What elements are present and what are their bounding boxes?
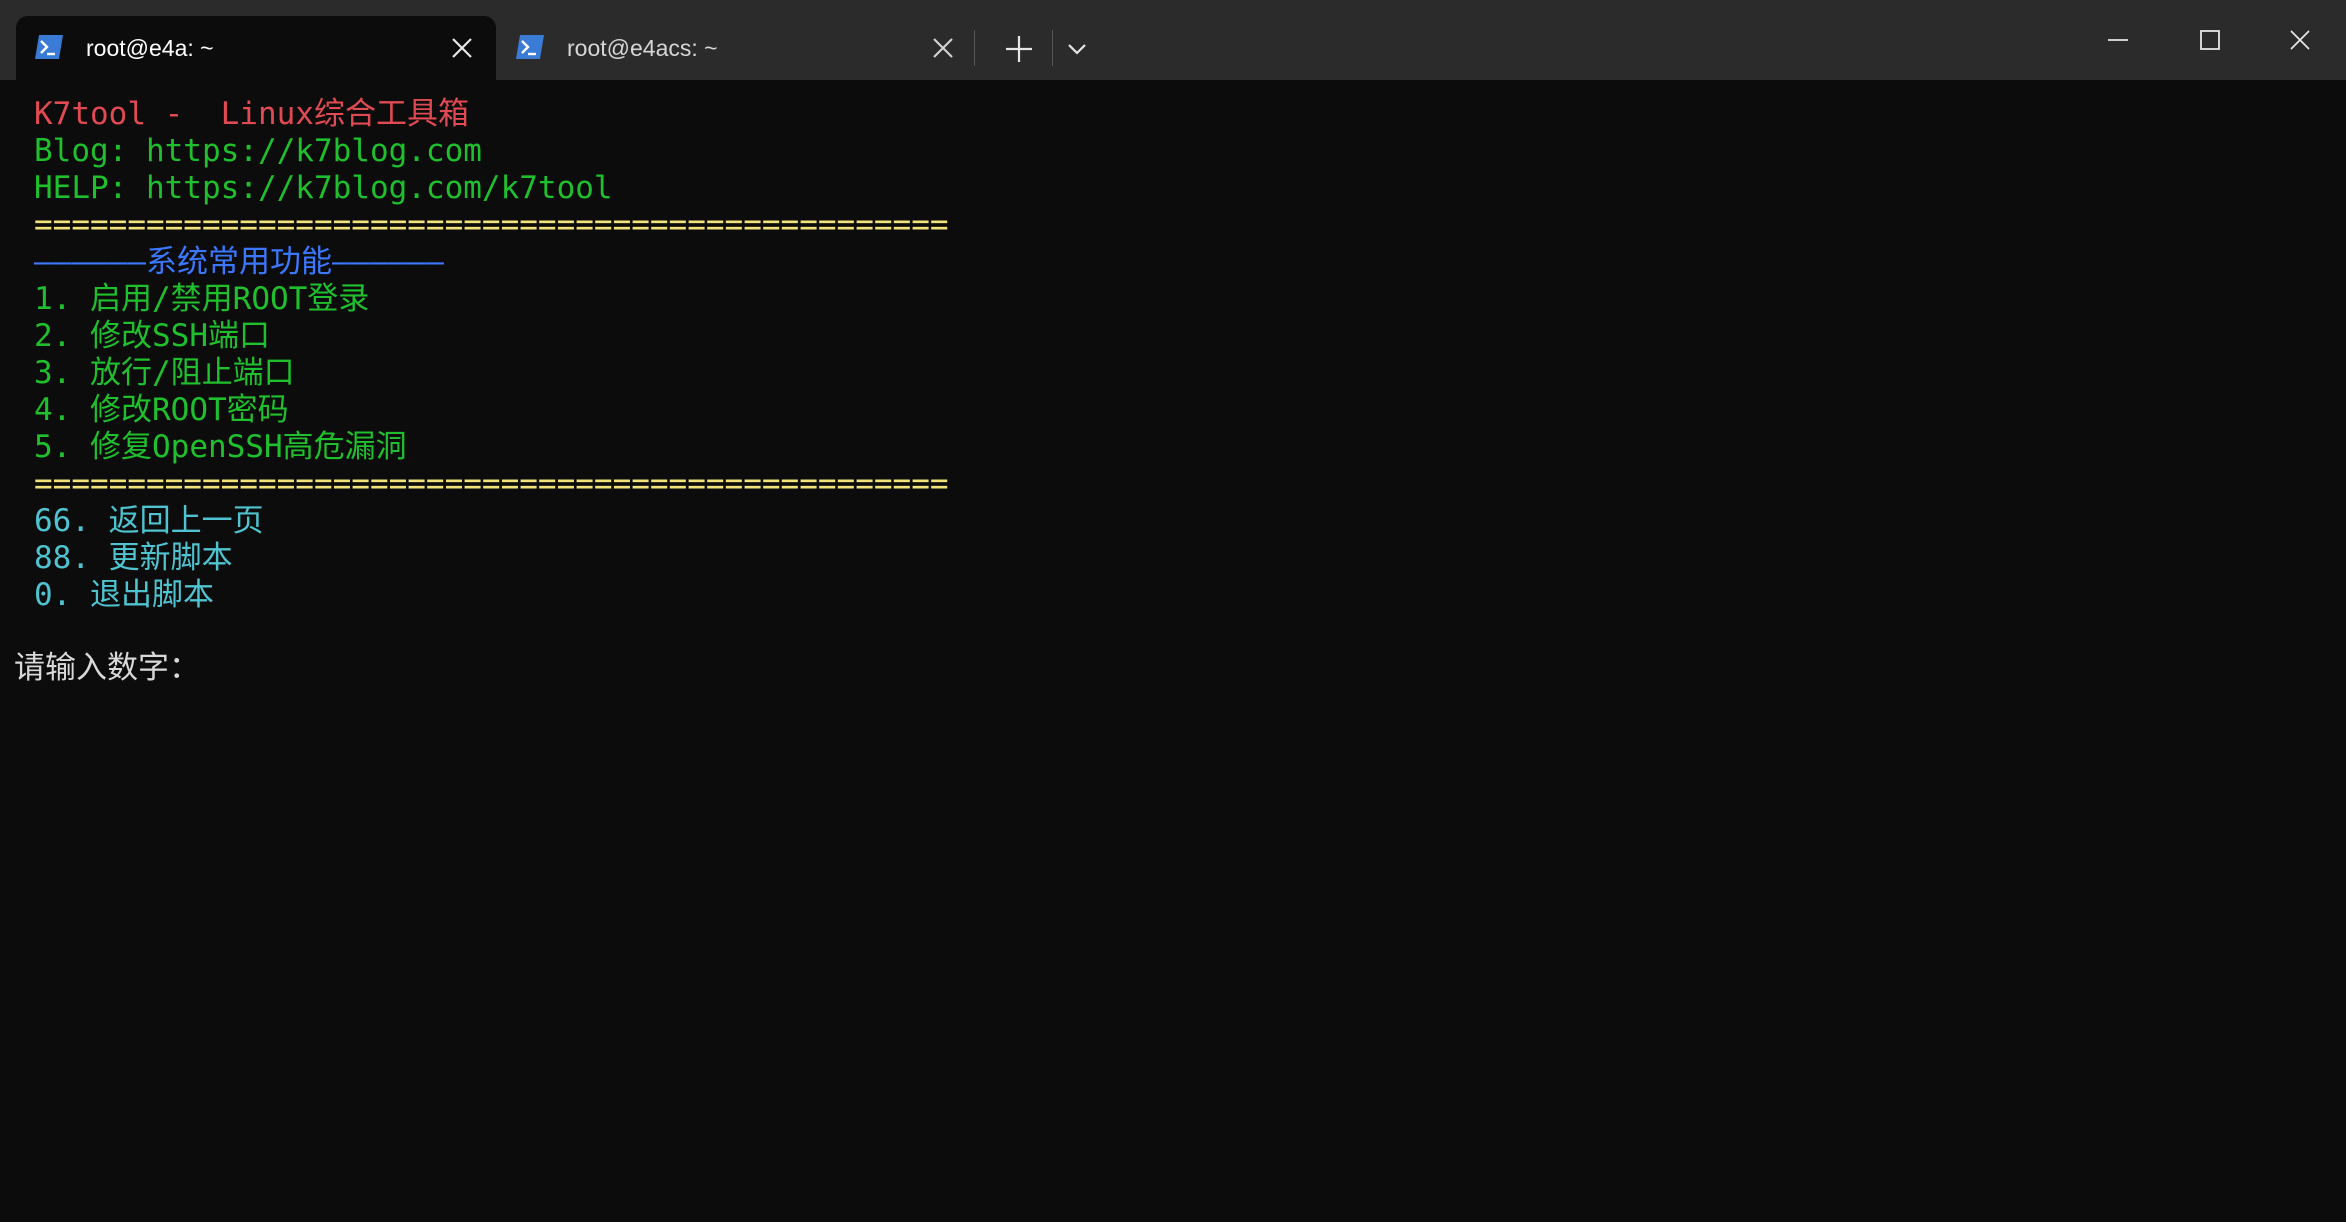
nav-item: 88. 更新脚本: [34, 540, 233, 576]
close-icon[interactable]: [931, 36, 955, 60]
terminal-window: root@e4a: ~ root@e4acs: ~ K7tool - Linux…: [0, 0, 2346, 1222]
separator-bottom: ========================================…: [34, 466, 949, 502]
plus-icon[interactable]: [1000, 30, 1038, 68]
title-bar[interactable]: root@e4a: ~ root@e4acs: ~: [0, 0, 2346, 80]
help-line: HELP: https://k7blog.com/k7tool: [34, 170, 613, 206]
tab-root-e4a[interactable]: root@e4a: ~: [16, 16, 496, 80]
tool-title-line: K7tool - Linux综合工具箱: [34, 96, 469, 132]
close-icon[interactable]: [450, 36, 474, 60]
tab-divider: [974, 30, 975, 66]
menu-item: 3. 放行/阻止端口: [34, 355, 295, 391]
powershell-icon: [34, 34, 64, 60]
tab-root-e4acs[interactable]: root@e4acs: ~: [497, 16, 977, 80]
section-header: ——————系统常用功能——————: [34, 244, 444, 280]
nav-item: 0. 退出脚本: [34, 577, 214, 613]
powershell-icon: [515, 34, 545, 60]
menu-item: 5. 修复OpenSSH高危漏洞: [34, 429, 407, 465]
terminal-output[interactable]: K7tool - Linux综合工具箱 Blog: https://k7blog…: [0, 80, 2346, 1222]
nav-item: 66. 返回上一页: [34, 503, 264, 539]
close-icon[interactable]: [2270, 20, 2330, 60]
menu-item: 2. 修改SSH端口: [34, 318, 270, 354]
separator-top: ========================================…: [34, 207, 949, 243]
input-prompt[interactable]: 请输入数字：: [14, 650, 200, 687]
tab-divider: [1052, 30, 1053, 66]
menu-item: 4. 修改ROOT密码: [34, 392, 289, 428]
minimize-icon[interactable]: [2086, 20, 2146, 60]
blog-line: Blog: https://k7blog.com: [34, 133, 482, 169]
tab-title: root@e4acs: ~: [567, 35, 718, 61]
menu-item: 1. 启用/禁用ROOT登录: [34, 281, 370, 317]
tab-title: root@e4a: ~: [86, 35, 214, 61]
chevron-down-icon[interactable]: [1064, 30, 1090, 68]
maximize-icon[interactable]: [2178, 20, 2238, 60]
